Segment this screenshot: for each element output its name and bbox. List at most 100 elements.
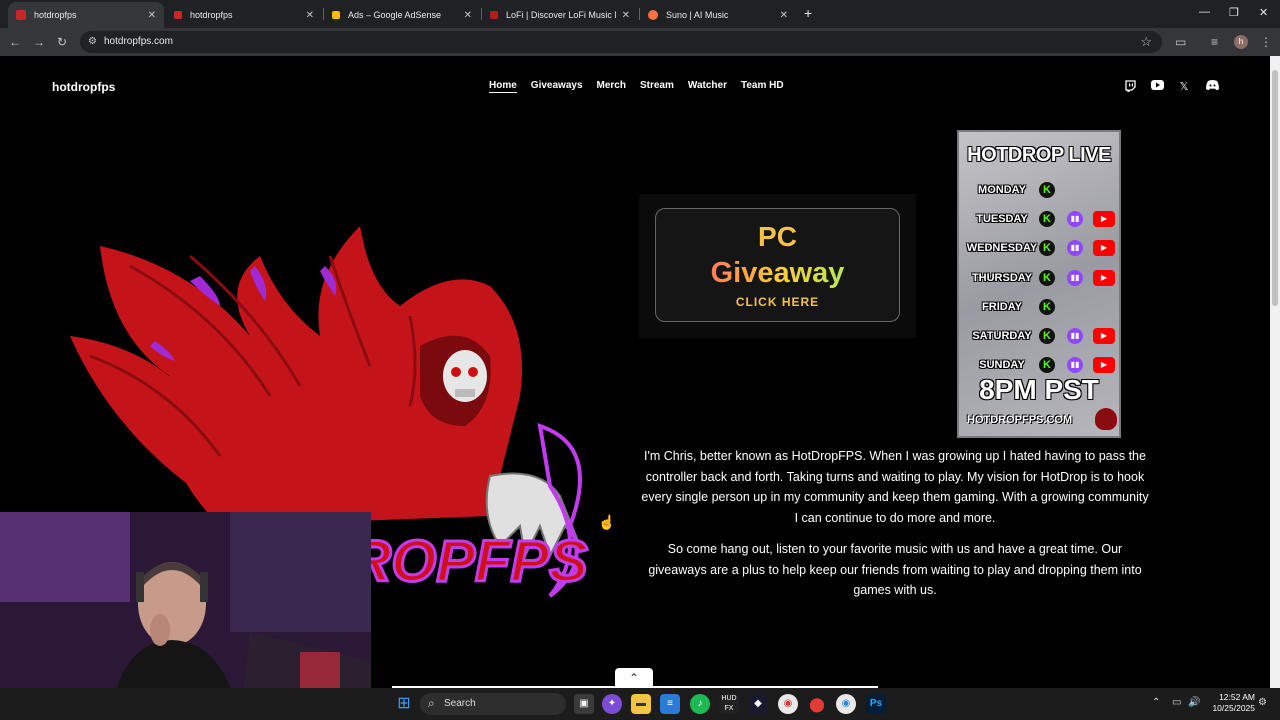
nav-home[interactable]: Home <box>489 80 517 93</box>
kick-icon: K <box>1039 211 1055 228</box>
menu-dots-icon[interactable]: ⋮ <box>1260 35 1272 49</box>
app-diamond-icon[interactable]: ◆ <box>748 694 768 714</box>
windows-start-icon[interactable]: ⊞ <box>394 694 414 714</box>
tray-chevron-icon[interactable]: ⌃ <box>1152 697 1160 708</box>
kick-icon: K <box>1039 328 1055 344</box>
suno-favicon-icon <box>648 10 658 20</box>
hotdrop-favicon-icon <box>174 11 182 19</box>
schedule-day-label: SATURDAY <box>972 330 1032 342</box>
clock-time: 12:52 AM <box>1219 692 1255 702</box>
page-scrollbar[interactable] <box>1270 56 1280 688</box>
schedule-day-label: WEDNESDAY <box>966 242 1038 255</box>
cast-icon[interactable]: ▭ <box>1175 35 1186 49</box>
kick-icon: K <box>1039 240 1055 257</box>
twitch-icon: ▮▮ <box>1067 328 1083 344</box>
about-paragraph-1: I'm Chris, better known as HotDropFPS. W… <box>641 449 1149 525</box>
pc-giveaway-button[interactable]: PC Giveaway CLICK HERE <box>655 208 900 322</box>
hotdrop-favicon-icon <box>16 10 26 20</box>
nav-team-hd[interactable]: Team HD <box>741 80 784 93</box>
bookmark-star-icon[interactable]: ☆ <box>1140 34 1152 50</box>
twitch-icon: ▮▮ <box>1067 211 1083 228</box>
site-brand[interactable]: hotdropfps <box>52 80 115 94</box>
new-tab-icon[interactable]: + <box>804 5 812 21</box>
site-info-icon[interactable]: ⚙ <box>88 36 97 47</box>
file-explorer-icon[interactable]: ▬ <box>631 694 651 714</box>
spotify-icon[interactable]: ♪ <box>690 694 710 714</box>
main-nav: Home Giveaways Merch Stream Watcher Team… <box>489 80 784 93</box>
clock-date: 10/25/2025 <box>1212 703 1255 713</box>
tab-adsense[interactable]: Ads – Google AdSense ✕ <box>324 2 480 28</box>
twitch-icon: ▮▮ <box>1067 357 1083 374</box>
adsense-favicon-icon <box>332 11 340 19</box>
twitch-icon: ▮▮ <box>1067 269 1083 286</box>
youtube-icon: ▶ <box>1093 269 1115 286</box>
youtube-icon: ▶ <box>1093 211 1115 228</box>
scroll-to-top-button[interactable]: ⌃ <box>615 668 653 688</box>
chrome-icon[interactable]: ◉ <box>778 694 798 714</box>
nav-giveaways[interactable]: Giveaways <box>531 80 583 93</box>
nav-merch[interactable]: Merch <box>597 80 626 93</box>
close-tab-icon[interactable]: ✕ <box>622 10 630 21</box>
taskbar-search[interactable]: ⌕ Search <box>420 693 566 715</box>
twitch-icon[interactable] <box>1123 80 1137 94</box>
hand-cursor-icon: ☝ <box>598 514 616 530</box>
tab-suno[interactable]: Suno | AI Music ✕ <box>640 2 796 28</box>
tab-strip: hotdropfps ✕ hotdropfps ✕ Ads – Google A… <box>0 0 1280 28</box>
chrome-profile-icon[interactable]: ◉ <box>836 694 856 714</box>
windows-taskbar: ⊞ ⌕ Search ▣ ✦ ▬ ≡ ♪ HUD FX ◆ ◉ ⬤ ◉ Ps ⌃ … <box>0 688 1280 720</box>
x-icon[interactable]: 𝕏 <box>1177 80 1191 94</box>
giveaway-label: Giveaway <box>656 257 899 290</box>
back-icon[interactable]: ← <box>9 35 21 49</box>
maps-pin-icon[interactable]: ⬤ <box>807 694 827 714</box>
photoshop-icon[interactable]: Ps <box>866 694 886 714</box>
discord-icon[interactable] <box>1205 80 1219 94</box>
copilot-icon[interactable]: ✦ <box>602 694 622 714</box>
tab-hotdropfps[interactable]: hotdropfps ✕ <box>166 2 322 28</box>
close-window-icon[interactable]: ✕ <box>1259 6 1268 19</box>
reaper-mini-icon <box>1095 408 1117 430</box>
taskbar-search-label: Search <box>444 698 476 709</box>
schedule-day-label: TUESDAY <box>976 213 1028 226</box>
schedule-day-label: MONDAY <box>978 184 1026 196</box>
close-tab-icon[interactable]: ✕ <box>148 10 156 21</box>
volume-icon[interactable]: 🔊 <box>1188 697 1200 708</box>
close-tab-icon[interactable]: ✕ <box>306 10 314 21</box>
forward-icon[interactable]: → <box>33 35 45 49</box>
nav-watcher[interactable]: Watcher <box>688 80 727 93</box>
twitch-icon: ▮▮ <box>1067 240 1083 257</box>
restore-icon[interactable]: ❐ <box>1229 6 1239 19</box>
notifications-icon[interactable]: ⚙ <box>1258 697 1267 708</box>
tab-title: hotdropfps <box>34 10 77 20</box>
kick-icon: K <box>1039 298 1055 315</box>
close-tab-icon[interactable]: ✕ <box>780 10 788 21</box>
kick-icon: K <box>1039 269 1055 286</box>
schedule-title: HOTDROP LIVE <box>967 144 1111 166</box>
youtube-icon: ▶ <box>1093 240 1115 257</box>
network-icon[interactable]: ▭ <box>1172 697 1181 708</box>
schedule-site: HOTDROPFPS.COM <box>967 414 1073 426</box>
tab-search-icon[interactable]: ≡ <box>1211 35 1218 49</box>
youtube-icon[interactable] <box>1150 80 1164 94</box>
lofi-favicon-icon <box>490 11 498 19</box>
address-bar[interactable]: ⚙ hotdropfps.com ☆ <box>80 31 1162 53</box>
scrollbar-thumb[interactable] <box>1272 70 1278 306</box>
schedule-time: 8PM PST <box>979 374 1099 405</box>
browser-toolbar: ← → ↻ ⚙ hotdropfps.com ☆ ▭ ≡ ⋮ <box>0 28 1280 56</box>
tab-title: LoFi | Discover LoFi Music Now <box>506 10 616 20</box>
minimize-icon[interactable]: — <box>1199 6 1210 18</box>
reload-icon[interactable]: ↻ <box>57 35 67 49</box>
profile-avatar[interactable]: h <box>1234 35 1248 49</box>
hud-fx-icon[interactable]: HUD FX <box>719 694 739 714</box>
search-icon: ⌕ <box>428 696 435 710</box>
giveaway-pc-label: PC <box>758 221 797 252</box>
url-text: hotdropfps.com <box>104 36 173 47</box>
tab-hotdropfps-active[interactable]: hotdropfps ✕ <box>8 2 164 28</box>
tab-title: Ads – Google AdSense <box>348 10 442 20</box>
task-view-icon[interactable]: ▣ <box>574 694 594 714</box>
notepad-icon[interactable]: ≡ <box>660 694 680 714</box>
close-tab-icon[interactable]: ✕ <box>464 10 472 21</box>
tab-lofi[interactable]: LoFi | Discover LoFi Music Now ✕ <box>482 2 638 28</box>
giveaway-click-here: CLICK HERE <box>735 295 820 309</box>
taskbar-clock[interactable]: 12:52 AM 10/25/2025 <box>1205 692 1255 714</box>
nav-stream[interactable]: Stream <box>640 80 674 93</box>
